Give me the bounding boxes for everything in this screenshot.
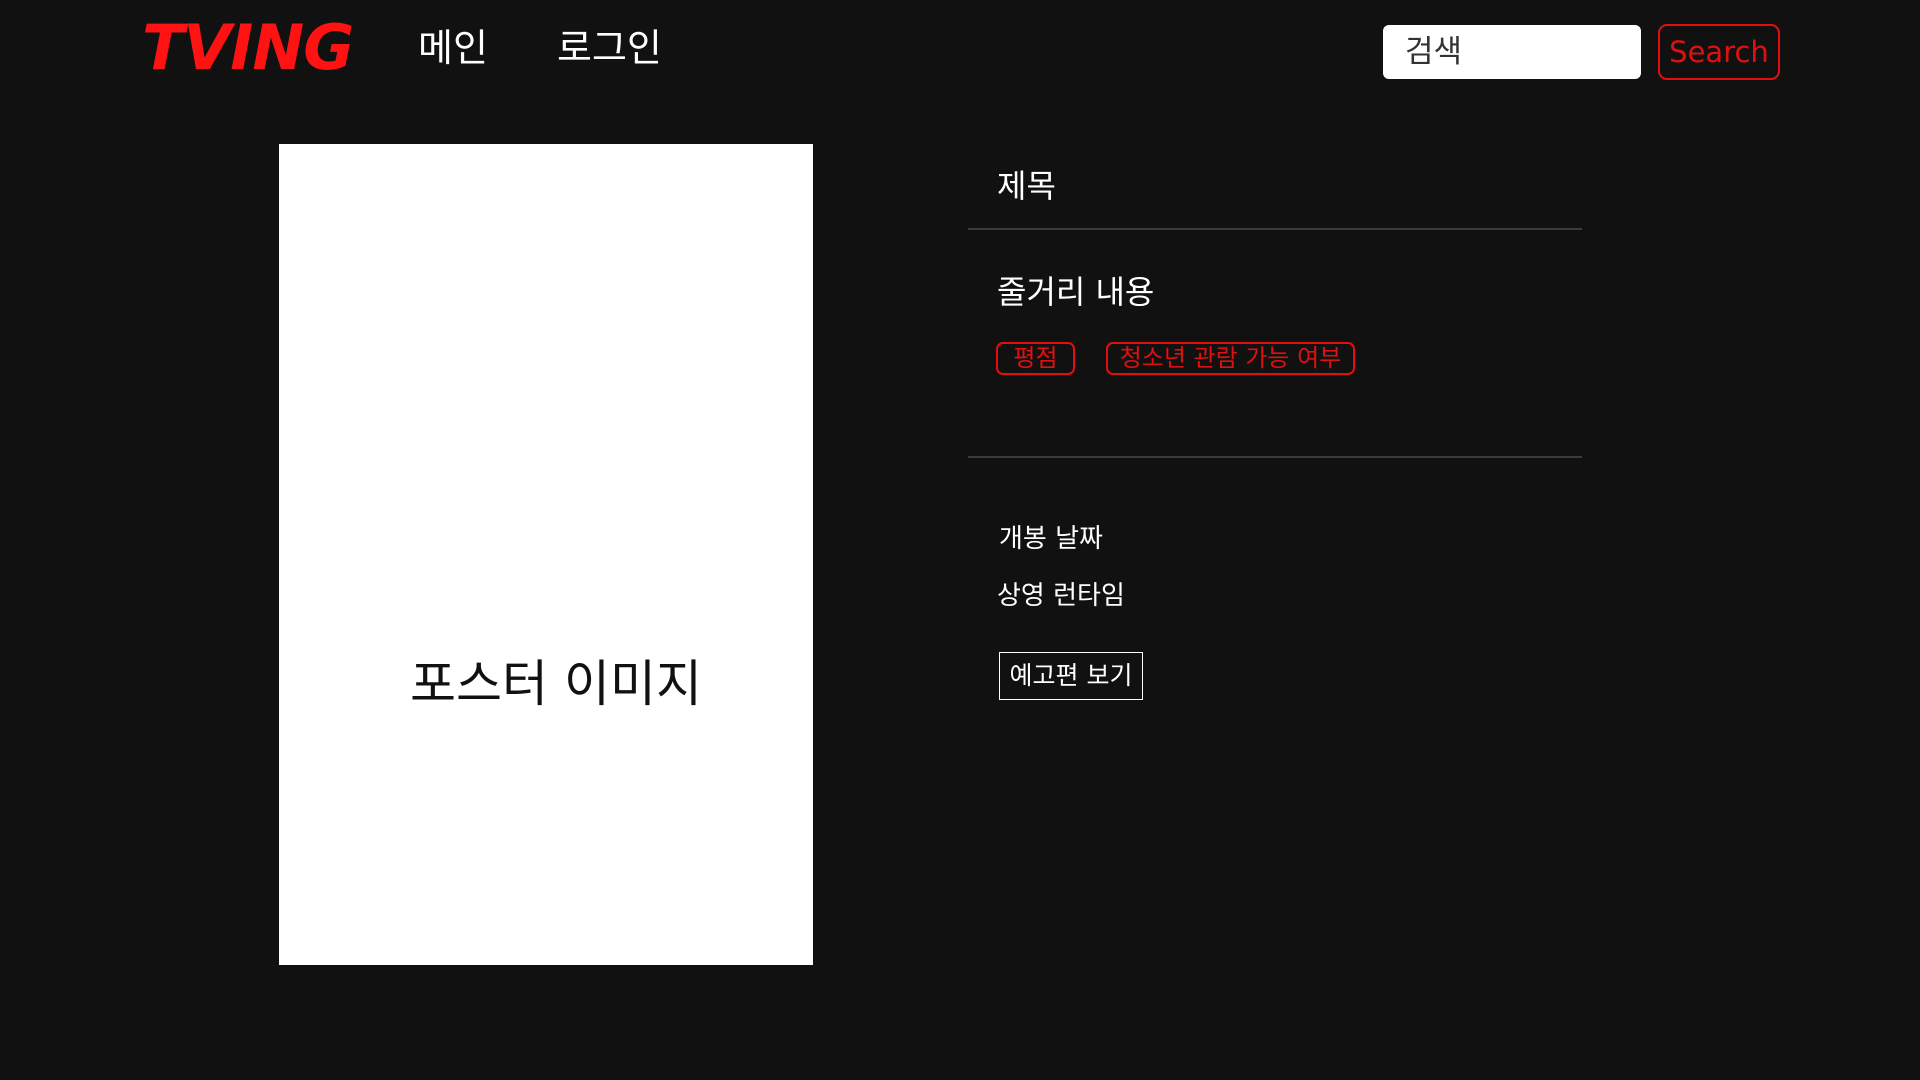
divider <box>968 456 1582 458</box>
search-input[interactable] <box>1383 25 1641 79</box>
tving-logo[interactable]: TVING <box>142 8 354 88</box>
runtime: 상영 런타임 <box>997 581 1125 611</box>
movie-detail-page: TVING 메인 로그인 Search 포스터 이미지 제목 줄거리 내용 평점… <box>0 0 1920 1080</box>
release-date: 개봉 날짜 <box>999 524 1103 554</box>
nav-link-login[interactable]: 로그인 <box>557 24 662 72</box>
search-button[interactable]: Search <box>1658 24 1780 80</box>
divider <box>968 228 1582 230</box>
nav-link-main[interactable]: 메인 <box>418 24 488 72</box>
poster-image-placeholder: 포스터 이미지 <box>279 144 813 965</box>
age-rating-badge: 청소년 관람 가능 여부 <box>1106 342 1355 375</box>
movie-synopsis: 줄거리 내용 <box>997 273 1155 311</box>
movie-title: 제목 <box>997 167 1056 205</box>
poster-label: 포스터 이미지 <box>410 655 702 713</box>
rating-badge: 평점 <box>996 342 1075 375</box>
watch-trailer-button[interactable]: 예고편 보기 <box>999 652 1143 700</box>
